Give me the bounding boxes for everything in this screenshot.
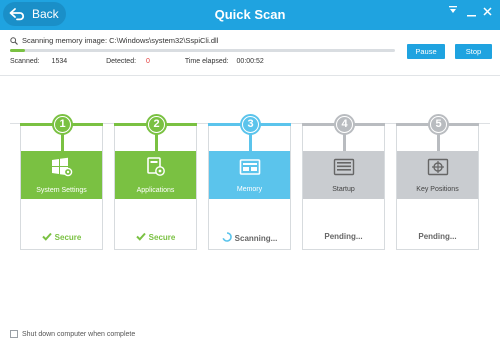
step-status-text: Pending... (324, 232, 363, 241)
step-number: 1 (55, 117, 70, 132)
scan-step-card: 4 Startup Pending... (302, 114, 385, 250)
scan-stats: Scanned: 1534 Detected: 0 Time elapsed: … (10, 58, 264, 65)
scanned-value: 1534 (51, 58, 68, 65)
step-number: 5 (431, 117, 446, 132)
stop-button[interactable]: Stop (455, 44, 492, 59)
step-status-text: Pending... (418, 232, 457, 241)
scan-step-card: 3 Memory Scanning... (208, 114, 291, 250)
step-panel: Memory (209, 151, 290, 199)
detected-value: 0 (146, 58, 150, 65)
pause-button[interactable]: Pause (407, 44, 445, 59)
shutdown-checkbox[interactable] (10, 330, 18, 338)
step-label: Startup (332, 185, 355, 193)
divider (0, 75, 500, 76)
close-icon[interactable] (483, 7, 492, 16)
search-icon (10, 36, 18, 45)
scanned-label: Scanned: (10, 58, 40, 65)
scan-prefix: Scanning memory image: (22, 36, 108, 45)
step-status: Pending... (303, 232, 384, 241)
step-label: System Settings (36, 186, 87, 194)
elapsed-label: Time elapsed: (184, 58, 229, 65)
step-number-badge: 1 (52, 114, 73, 135)
windows-settings-icon (51, 157, 73, 182)
back-arrow-icon (9, 8, 25, 21)
step-number: 2 (149, 117, 164, 132)
shutdown-label[interactable]: Shut down computer when complete (22, 331, 135, 338)
startup-icon (333, 158, 355, 181)
step-status-text: Secure (54, 233, 82, 242)
checkmark-icon (135, 232, 146, 243)
step-status: Scanning... (209, 232, 290, 244)
step-number-badge: 2 (146, 114, 167, 135)
title-bar: Back Quick Scan (0, 0, 500, 30)
detected-label: Detected: (106, 58, 137, 65)
step-label: Memory (236, 185, 263, 193)
step-status-text: Secure (148, 233, 176, 242)
scan-step-card: 1 System Settings Secure (20, 114, 103, 250)
step-status: Secure (21, 232, 102, 243)
step-number-badge: 4 (334, 114, 355, 135)
step-status: Pending... (397, 232, 478, 241)
step-label: Key Positions (416, 185, 459, 193)
step-number: 4 (337, 117, 352, 132)
step-label: Applications (136, 186, 175, 194)
back-label: Back (32, 7, 59, 21)
scan-step-card: 5 Key Positions Pending... (396, 114, 479, 250)
scan-path: C:\Windows\system32\SspiCli.dll (109, 36, 219, 45)
footer: Shut down computer when complete (0, 324, 500, 344)
step-panel: Key Positions (397, 151, 478, 199)
back-button[interactable]: Back (3, 2, 66, 26)
memory-icon (239, 158, 261, 181)
scan-progress-fill (10, 49, 26, 52)
checkmark-icon (41, 232, 52, 243)
window-title: Quick Scan (214, 7, 286, 22)
key-positions-icon (427, 158, 449, 181)
scan-progress-bar (10, 49, 395, 52)
step-panel: Startup (303, 151, 384, 199)
loading-spinner-icon (222, 232, 232, 244)
step-status-text: Scanning... (234, 233, 278, 243)
step-number: 3 (243, 117, 258, 132)
step-number-badge: 3 (240, 114, 261, 135)
minimize-icon[interactable] (467, 8, 476, 17)
step-panel: Applications (115, 151, 196, 199)
step-panel: System Settings (21, 151, 102, 199)
elapsed-value: 00:00:52 (236, 58, 264, 65)
scan-step-card: 2 Applications Secure (114, 114, 197, 250)
step-status: Secure (115, 232, 196, 243)
applications-icon (146, 156, 166, 182)
menu-dropdown-icon[interactable] (448, 5, 458, 15)
step-number-badge: 5 (428, 114, 449, 135)
